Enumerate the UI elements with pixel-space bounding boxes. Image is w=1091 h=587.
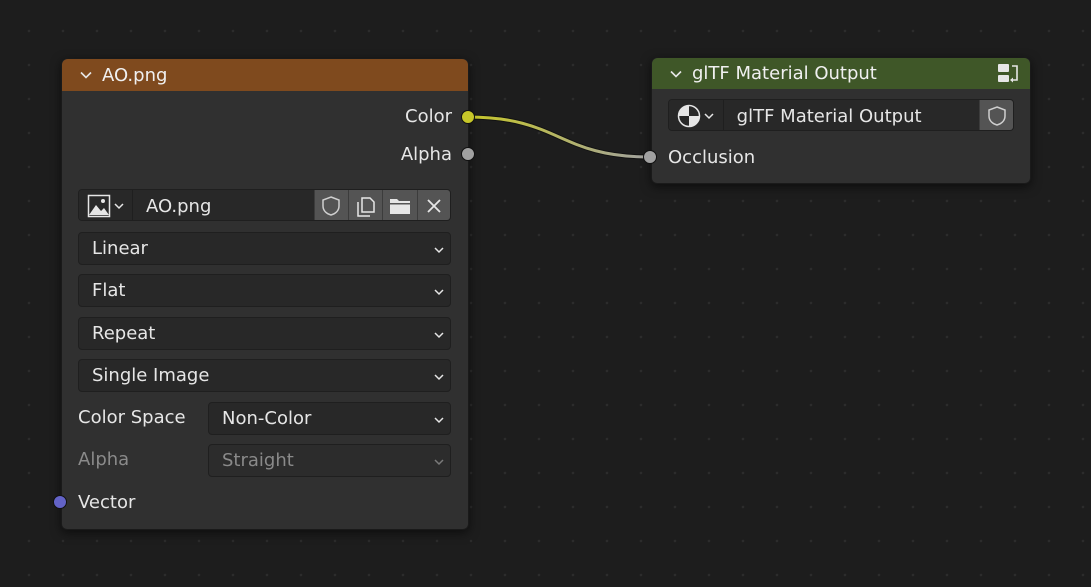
unlink-image-button[interactable]	[416, 190, 450, 220]
interpolation-value: Linear	[92, 238, 148, 259]
input-socket-occlusion[interactable]	[643, 150, 657, 164]
duplicate-image-button[interactable]	[347, 190, 383, 220]
node-group-name-field[interactable]: glTF Material Output	[723, 100, 980, 130]
node-title: glTF Material Output	[692, 63, 877, 84]
input-socket-vector[interactable]	[53, 495, 67, 509]
node-tree-browse-button[interactable]	[669, 100, 724, 130]
chevron-down-icon	[114, 203, 124, 210]
input-label-occlusion: Occlusion	[668, 147, 756, 168]
collapse-chevron-icon[interactable]	[80, 69, 92, 81]
node-group-selector: glTF Material Output	[668, 99, 1014, 131]
output-label-color: Color	[405, 106, 452, 127]
image-icon	[87, 194, 111, 218]
image-browse-button[interactable]	[79, 190, 133, 220]
color-space-dropdown[interactable]: Non-Color	[208, 402, 451, 435]
fake-user-button[interactable]	[979, 100, 1013, 130]
source-dropdown[interactable]: Single Image	[78, 359, 451, 392]
close-icon	[427, 199, 441, 213]
node-title: AO.png	[102, 64, 168, 86]
chevron-down-icon	[704, 113, 714, 120]
shield-icon	[322, 196, 341, 216]
chevron-down-icon	[434, 458, 444, 465]
gltf-material-output-node[interactable]: glTF Material Output glTF Material Outpu…	[651, 57, 1031, 184]
duplicate-icon	[356, 197, 375, 217]
alpha-mode-value: Straight	[222, 450, 294, 471]
image-name-field[interactable]: AO.png	[132, 190, 314, 220]
open-image-button[interactable]	[382, 190, 417, 220]
node-header[interactable]: glTF Material Output	[652, 58, 1030, 89]
node-tree-icon	[677, 104, 701, 128]
alpha-mode-label: Alpha	[78, 449, 130, 470]
output-socket-color[interactable]	[461, 110, 475, 124]
fake-user-button[interactable]	[313, 190, 348, 220]
chevron-down-icon	[434, 288, 444, 295]
color-space-value: Non-Color	[222, 408, 312, 429]
output-label-alpha: Alpha	[400, 144, 452, 165]
image-selector: AO.png	[78, 189, 451, 221]
output-socket-alpha[interactable]	[461, 147, 475, 161]
chevron-down-icon	[434, 331, 444, 338]
collapse-chevron-icon[interactable]	[670, 68, 682, 80]
node-header[interactable]: AO.png	[62, 59, 468, 91]
image-texture-node[interactable]: AO.png Color Alpha AO.png Linear Flat Re…	[61, 58, 469, 530]
node-group-icon[interactable]	[996, 62, 1020, 84]
shield-icon	[987, 106, 1006, 126]
projection-dropdown[interactable]: Flat	[78, 274, 451, 307]
folder-icon	[389, 199, 410, 214]
chevron-down-icon	[434, 416, 444, 423]
color-space-label: Color Space	[78, 407, 186, 428]
projection-value: Flat	[92, 280, 126, 301]
input-label-vector: Vector	[78, 492, 136, 513]
chevron-down-icon	[434, 246, 444, 253]
chevron-down-icon	[434, 373, 444, 380]
alpha-mode-dropdown: Straight	[208, 444, 451, 477]
source-value: Single Image	[92, 365, 210, 386]
extension-value: Repeat	[92, 323, 156, 344]
extension-dropdown[interactable]: Repeat	[78, 317, 451, 350]
interpolation-dropdown[interactable]: Linear	[78, 232, 451, 265]
